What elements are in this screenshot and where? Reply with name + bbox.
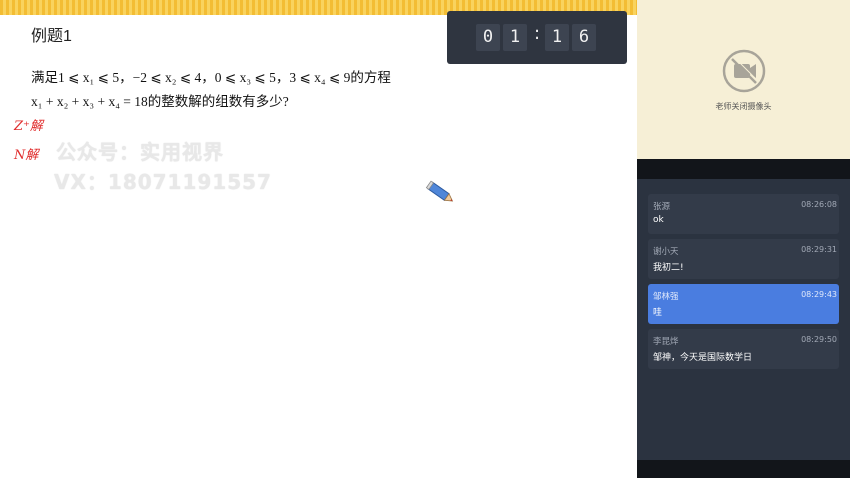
handwritten-note-positive-integer: Z⁺解 <box>14 119 43 134</box>
camera-off-icon <box>722 49 766 93</box>
watermark-line-2: VX：18071191557 <box>54 170 272 194</box>
chat-message: 李昆烨 08:29:50 邹神，今天是国际数学日 <box>648 329 839 369</box>
message-sender: 谢小天 <box>653 247 679 257</box>
handwritten-note-natural-number: N解 <box>14 148 39 163</box>
panel-divider <box>637 159 850 179</box>
message-text: ok <box>653 215 664 225</box>
bottom-bar <box>637 460 850 478</box>
timer-separator: : <box>533 23 541 44</box>
message-sender: 李昆烨 <box>653 337 679 347</box>
message-sender: 张源 <box>653 202 671 212</box>
message-time: 08:26:08 <box>801 200 837 209</box>
message-sender: 邹林强 <box>653 292 679 302</box>
teacher-camera-panel: 老师关闭摄像头 <box>637 0 850 159</box>
problem-line-1: 满足1 ⩽ x₁ ⩽ 5，−2 ⩽ x₂ ⩽ 4，0 ⩽ x₃ ⩽ 5，3 ⩽ … <box>31 70 391 85</box>
message-time: 08:29:43 <box>801 290 837 299</box>
whiteboard: 例题1 满足1 ⩽ x₁ ⩽ 5，−2 ⩽ x₂ ⩽ 4，0 ⩽ x₃ ⩽ 5，… <box>0 0 637 478</box>
chat-message: 谢小天 08:29:31 我初二! <box>648 239 839 279</box>
timer-digit: 0 <box>476 24 500 51</box>
timer-digit: 1 <box>503 24 527 51</box>
message-text: 邹神，今天是国际数学日 <box>653 353 753 363</box>
chat-panel[interactable]: 张源 08:26:08 ok 谢小天 08:29:31 我初二! 邹林强 08:… <box>637 179 850 460</box>
pencil-icon[interactable] <box>424 180 458 206</box>
camera-status-label: 老师关闭摄像头 <box>715 102 772 111</box>
timer-digit: 1 <box>545 24 569 51</box>
message-time: 08:29:50 <box>801 335 837 344</box>
countdown-timer: 0 1 : 1 6 <box>447 11 627 64</box>
problem-line-2: x₁ + x₂ + x₃ + x₄ = 18的整数解的组数有多少? <box>31 94 289 109</box>
example-title: 例题1 <box>31 28 72 45</box>
message-text: 我初二! <box>653 263 684 273</box>
chat-message-highlighted: 邹林强 08:29:43 哇 <box>648 284 839 324</box>
message-time: 08:29:31 <box>801 245 837 254</box>
watermark-line-1: 公众号：实用视界 <box>56 140 224 164</box>
chat-message: 张源 08:26:08 ok <box>648 194 839 234</box>
message-text: 哇 <box>653 308 663 318</box>
timer-digit: 6 <box>572 24 596 51</box>
